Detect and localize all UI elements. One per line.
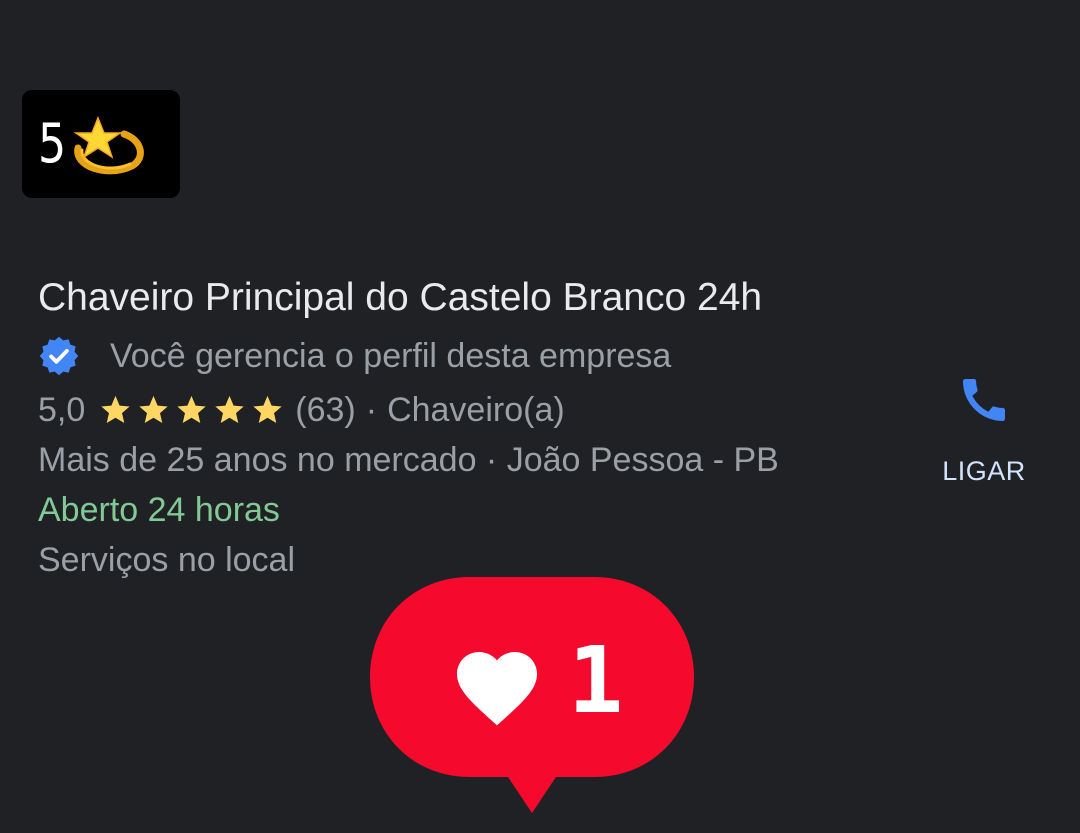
star-icon bbox=[177, 395, 206, 424]
star-icon bbox=[101, 395, 130, 424]
star-icon bbox=[139, 395, 168, 424]
category-separator: · bbox=[365, 391, 378, 429]
dizzy-star-icon bbox=[68, 104, 148, 184]
emoji-badge: 5 bbox=[22, 90, 180, 198]
rating-row[interactable]: 5,0 (63) · Chaveiro(a) bbox=[38, 388, 565, 432]
business-category: Chaveiro(a) bbox=[387, 391, 565, 429]
business-name[interactable]: Chaveiro Principal do Castelo Branco 24h bbox=[38, 272, 762, 324]
heart-icon bbox=[448, 640, 546, 733]
call-button[interactable]: LIGAR bbox=[930, 372, 1038, 498]
badge-number: 5 bbox=[38, 112, 67, 175]
star-icon bbox=[215, 395, 244, 424]
phone-icon bbox=[956, 372, 1012, 428]
services-info: Serviços no local bbox=[38, 541, 296, 579]
star-icon bbox=[253, 395, 282, 424]
review-count: (63) bbox=[295, 391, 356, 429]
rating-value: 5,0 bbox=[38, 391, 86, 429]
opening-hours: Aberto 24 horas bbox=[38, 491, 280, 529]
like-notification-bubble: 1 bbox=[370, 577, 694, 813]
verified-badge-icon bbox=[38, 335, 110, 377]
rating-stars bbox=[97, 393, 287, 427]
verified-row: Você gerencia o perfil desta empresa bbox=[38, 334, 671, 378]
verified-text: Você gerencia o perfil desta empresa bbox=[110, 337, 672, 375]
like-count: 1 bbox=[568, 627, 624, 734]
business-info: Mais de 25 anos no mercado · João Pessoa… bbox=[38, 441, 779, 479]
call-label: LIGAR bbox=[942, 456, 1026, 486]
